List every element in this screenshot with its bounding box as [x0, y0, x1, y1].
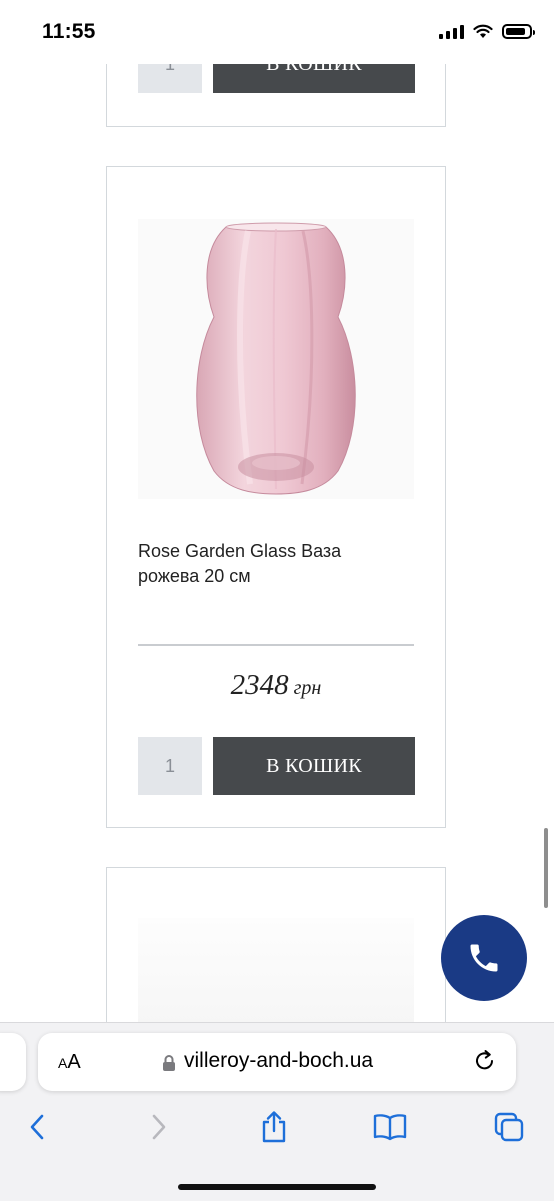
status-bar: 11:55 [0, 0, 554, 64]
back-button[interactable] [20, 1109, 56, 1145]
status-time: 11:55 [42, 20, 96, 43]
product-image[interactable] [138, 219, 414, 499]
vase-image [196, 222, 356, 495]
wifi-icon [473, 24, 493, 38]
bookmarks-button[interactable] [372, 1109, 408, 1145]
browser-toolbar: AA villeroy-and-boch.ua [0, 1022, 554, 1201]
quantity-input[interactable]: 1 [138, 737, 202, 795]
previous-tab-preview[interactable] [0, 1033, 26, 1091]
forward-button[interactable] [140, 1109, 176, 1145]
address-bar[interactable]: AA villeroy-and-boch.ua [38, 1033, 516, 1091]
book-icon [373, 1114, 407, 1141]
cellular-signal-icon [439, 23, 464, 39]
share-icon [262, 1111, 286, 1143]
text-size-button[interactable]: AA [58, 1051, 81, 1074]
home-indicator [178, 1184, 376, 1190]
add-to-cart-button[interactable]: В КОШИК [213, 737, 415, 795]
scrollbar[interactable] [544, 828, 548, 908]
chevron-right-icon [152, 1114, 166, 1140]
product-image[interactable] [138, 918, 414, 1028]
status-icons [439, 23, 535, 39]
product-title[interactable]: Rose Garden Glass Ваза рожева 20 см [138, 539, 398, 589]
chevron-left-icon [30, 1114, 44, 1140]
share-button[interactable] [256, 1109, 292, 1145]
url-text: villeroy-and-boch.ua [184, 1049, 374, 1072]
battery-icon [502, 23, 535, 39]
price-value: 2348 [230, 669, 289, 701]
reload-icon[interactable] [472, 1048, 498, 1074]
phone-icon [470, 944, 498, 972]
text-size-large: A [67, 1051, 81, 1073]
product-price: 2348 грн [107, 669, 445, 702]
lock-icon [163, 1055, 175, 1071]
price-currency: грн [293, 677, 322, 699]
product-card: Rose Garden Glass Ваза рожева 20 см 2348… [106, 166, 446, 828]
tabs-icon [494, 1112, 524, 1142]
call-button[interactable] [441, 915, 527, 1001]
divider [138, 644, 414, 646]
tabs-button[interactable] [491, 1109, 527, 1145]
text-size-small: A [58, 1055, 68, 1071]
